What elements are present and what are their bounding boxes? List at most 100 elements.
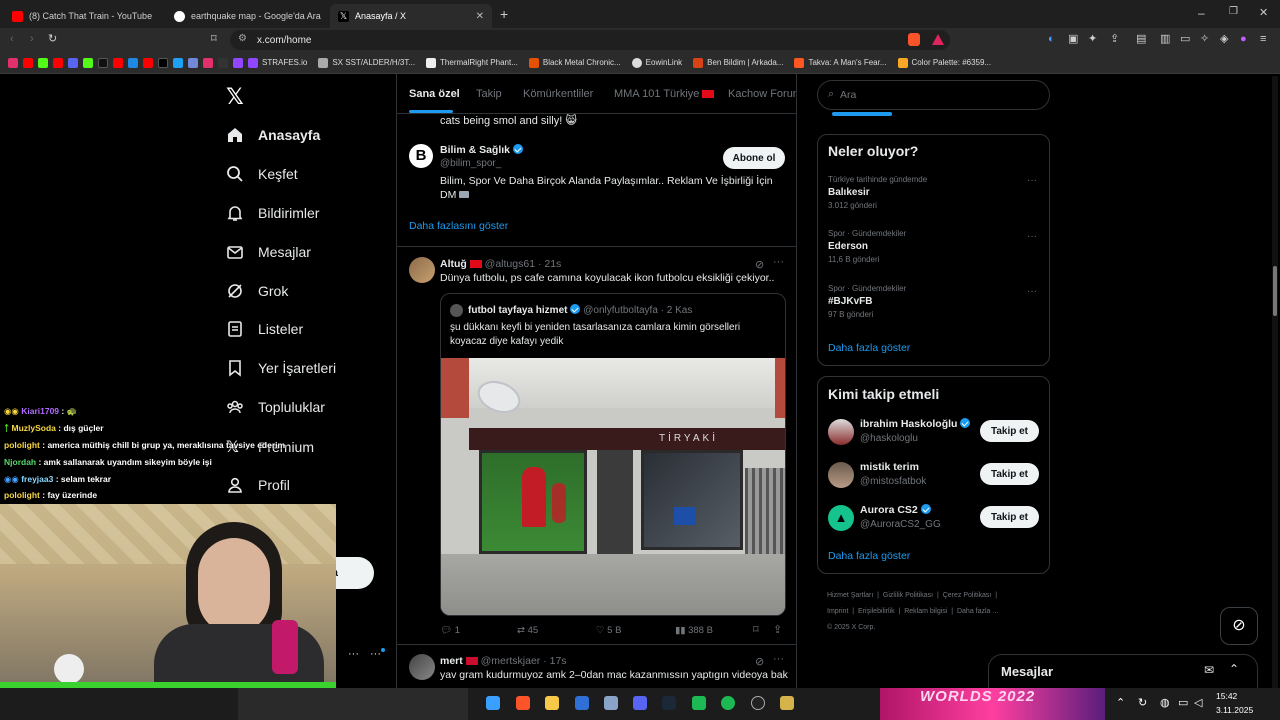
sidebar-item-bookmarks[interactable]: Yer İşaretleri (226, 359, 336, 377)
twitch-icon[interactable] (233, 57, 243, 68)
subscribe-button[interactable]: Abone ol (723, 147, 785, 169)
screenshot-icon[interactable]: ▤ (1136, 32, 1146, 46)
trend-item[interactable]: Spor · Gündemdekiler #BJKvFB 97 B gönderi (828, 284, 906, 319)
sidebar-item-profile[interactable]: Profil (226, 476, 290, 494)
windows-start-icon[interactable] (486, 696, 500, 710)
author-name[interactable]: mert (440, 655, 463, 667)
discord-icon[interactable] (633, 696, 647, 710)
youtube-icon[interactable] (23, 57, 33, 68)
more-icon[interactable]: ··· (1027, 286, 1037, 297)
bookmark-sx[interactable]: SX SST/ALDER/H/3T... (318, 57, 415, 68)
bookmark-strafes[interactable]: STRAFES.io (248, 57, 307, 68)
share-icon[interactable]: ⇪ (773, 623, 782, 636)
minimize-icon[interactable]: – (1198, 6, 1205, 20)
sidebar-item-home[interactable]: Anasayfa (226, 126, 320, 144)
browser-tab-youtube[interactable]: (8) Catch That Train - YouTube (4, 4, 164, 28)
brave-icon[interactable] (516, 696, 530, 710)
bookmark-color-palette[interactable]: Color Palette: #6359... (897, 57, 991, 68)
xbox-icon[interactable] (692, 696, 706, 710)
avatar[interactable] (828, 462, 854, 488)
bookmark-black-metal[interactable]: Black Metal Chronic... (528, 57, 621, 68)
browser-tab-x[interactable]: 𝕏 Anasayfa / X ✕ (330, 4, 492, 28)
kick-icon[interactable] (83, 57, 93, 68)
wallet-icon[interactable]: ▭ (1180, 32, 1190, 46)
scrollbar[interactable] (1272, 76, 1278, 688)
tray-app-icon[interactable]: ◍ (1160, 696, 1170, 709)
letter-l-icon[interactable] (128, 57, 138, 68)
close-icon[interactable]: ✕ (476, 11, 484, 22)
account-more-icon[interactable]: ··· (370, 648, 381, 660)
x-logo-icon[interactable]: 𝕏 (226, 84, 244, 110)
new-tab-icon[interactable]: + (500, 6, 508, 22)
post-time[interactable]: · 21s (538, 258, 561, 270)
bookmark-thermalright[interactable]: ThermalRight Phant... (426, 57, 518, 68)
quoted-post[interactable]: futbol tayfaya hizmet @onlyfutboltayfa ·… (440, 293, 786, 616)
sidebar-item-explore[interactable]: Keşfet (226, 165, 298, 183)
chevron-up-icon[interactable]: ⌃ (1229, 662, 1239, 676)
follow-button[interactable]: Takip et (980, 463, 1039, 485)
more-icon[interactable]: ··· (773, 653, 784, 665)
premium-button-edge[interactable] (832, 112, 892, 116)
suggested-name[interactable]: Bilim & Sağlık (440, 144, 524, 156)
footer-link[interactable]: Hizmet Şartları (827, 592, 873, 599)
trend-item[interactable]: Türkiye tarihinde gündemde Balıkesir 3.012… (828, 175, 927, 210)
footer-link[interactable]: Çerez Politikası (943, 592, 992, 599)
tab-komurkentliler[interactable]: Kömürkentliler (523, 88, 593, 100)
menu-icon[interactable]: ≡ (1260, 32, 1266, 46)
forward-icon[interactable]: › (30, 32, 34, 46)
messages-drawer[interactable]: Mesajlar ✉ ⌃ (988, 654, 1258, 688)
sidebar-item-grok[interactable]: Grok (226, 282, 288, 300)
site-info-icon[interactable]: ⚙ (238, 33, 247, 44)
follow-name[interactable]: Aurora CS2 (860, 504, 931, 516)
volume-icon[interactable]: ◁ (1194, 696, 1202, 709)
reload-icon[interactable]: ↻ (48, 32, 57, 46)
footer-link[interactable]: Daha fazla ... (957, 608, 998, 615)
show-more-link[interactable]: Daha fazlasını göster (409, 220, 508, 232)
grok-icon[interactable]: ⊘ (755, 655, 764, 668)
puzzle-icon[interactable]: ✦ (1088, 32, 1097, 46)
network-icon[interactable]: ▭ (1178, 696, 1188, 709)
bookmark-page-icon[interactable]: ⌑ (211, 32, 217, 46)
back-icon[interactable]: ‹ (10, 32, 14, 46)
sidebar-icon[interactable]: ▥ (1160, 32, 1170, 46)
sidebar-item-communities[interactable]: Topluluklar (226, 398, 325, 416)
author-handle[interactable]: @altugs61 (485, 258, 535, 270)
maximize-icon[interactable]: ❐ (1229, 6, 1238, 17)
bookmark-takva[interactable]: Takva: A Man's Fear... (794, 57, 887, 68)
kick-icon[interactable] (38, 57, 48, 68)
store-icon[interactable] (575, 696, 589, 710)
follow-name[interactable]: ibrahim Haskoloğlu (860, 418, 971, 430)
tab-for-you[interactable]: Sana özel (409, 88, 460, 100)
reply-button[interactable]: 💬︎ 1 (440, 625, 460, 636)
avatar[interactable] (409, 654, 435, 680)
follow-show-more-link[interactable]: Daha fazla göster (828, 550, 910, 562)
grok-icon[interactable]: ⊘ (755, 258, 764, 271)
tab-mma101[interactable]: MMA 101 Türkiye (614, 88, 715, 100)
grok-float-button[interactable]: ⊘ (1220, 607, 1258, 645)
leo-icon[interactable]: ◐ (1048, 32, 1055, 46)
post-time[interactable]: · 17s (543, 655, 566, 667)
author-handle[interactable]: @mertskjaer (481, 655, 541, 667)
follow-button[interactable]: Takip et (980, 506, 1039, 528)
new-message-icon[interactable]: ✉ (1204, 663, 1214, 677)
more-icon[interactable]: ··· (348, 648, 359, 660)
bookmark-icon[interactable]: ⌑ (753, 623, 759, 636)
follow-button[interactable]: Takip et (980, 420, 1039, 442)
discord-icon[interactable] (68, 57, 78, 68)
instagram-icon[interactable] (203, 57, 213, 68)
share-icon[interactable]: ⇪ (1110, 32, 1119, 46)
footer-link[interactable]: Erişilebilirlik (858, 608, 895, 615)
footer-link[interactable]: Gizlilik Politikası (883, 592, 933, 599)
browser-tab-google[interactable]: earthquake map - Google'da Ara (166, 4, 328, 28)
mail-icon[interactable] (173, 57, 183, 68)
more-icon[interactable]: ··· (1027, 231, 1037, 242)
steam-icon[interactable] (662, 696, 676, 710)
trend-item[interactable]: Spor · Gündemdekiler Ederson 11,6 B gönder… (828, 229, 906, 264)
avatar[interactable] (828, 419, 854, 445)
bookmark-icon[interactable] (8, 57, 18, 68)
app-icon[interactable] (780, 696, 794, 710)
tab-kachow-forum[interactable]: Kachow Forum (728, 88, 796, 100)
views-button[interactable]: ▮▮ 388 B (675, 625, 713, 636)
brave-rewards-icon[interactable] (932, 34, 944, 45)
ai-icon[interactable]: ✧ (1200, 32, 1209, 46)
